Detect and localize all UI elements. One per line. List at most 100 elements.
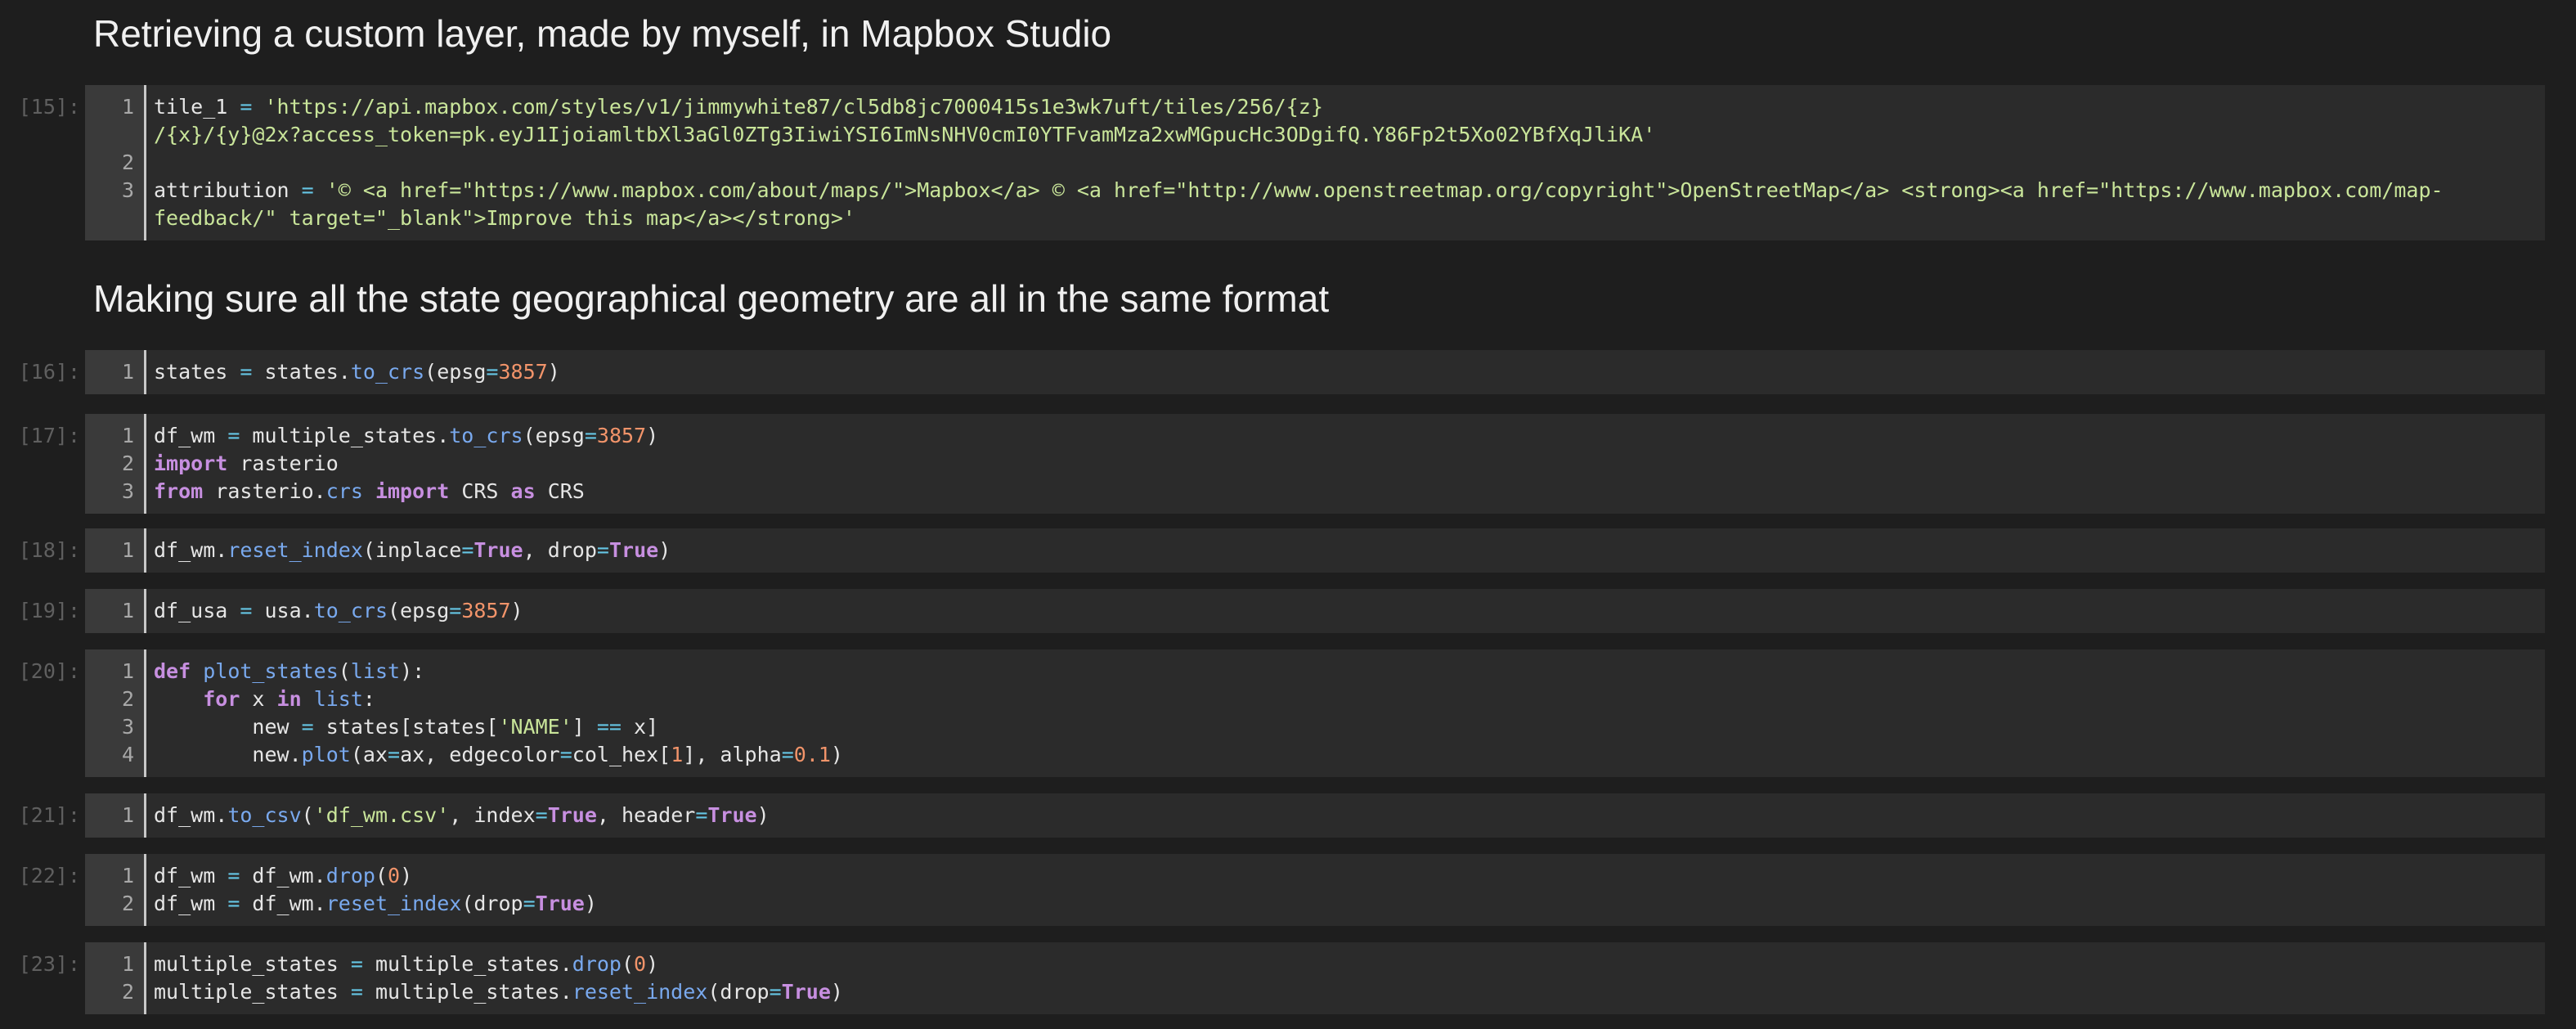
code-token: = bbox=[227, 892, 253, 915]
cell-prompt: [20]: bbox=[18, 659, 80, 683]
code-token: 3857 bbox=[596, 424, 647, 447]
code-token: = bbox=[350, 980, 375, 1004]
code-cell[interactable]: [22]: 1 df_wm = df_wm.drop(0) 2 df_wm = … bbox=[0, 854, 2545, 926]
code-token: = bbox=[240, 599, 265, 622]
code-token: in bbox=[276, 687, 302, 711]
code-line[interactable]: multiple_states = multiple_states.drop(0… bbox=[154, 950, 658, 978]
line-number: 1 bbox=[121, 599, 134, 622]
code-token: ], alpha bbox=[683, 743, 782, 766]
code-token: x] bbox=[621, 715, 659, 739]
code-editor[interactable]: 1 df_wm.reset_index(inplace=True, drop=T… bbox=[85, 528, 2545, 573]
code-line[interactable]: df_wm = multiple_states.to_crs(epsg=3857… bbox=[154, 422, 658, 450]
code-token: True bbox=[547, 803, 597, 827]
code-line[interactable]: import rasterio bbox=[154, 450, 339, 478]
cell-prompt: [16]: bbox=[18, 360, 80, 384]
code-editor[interactable]: 1 df_usa = usa.to_crs(epsg=3857) bbox=[85, 589, 2545, 633]
code-token: = bbox=[227, 424, 253, 447]
code-editor[interactable]: 1 df_wm = multiple_states.to_crs(epsg=38… bbox=[85, 414, 2545, 514]
code-token: to_csv bbox=[227, 803, 302, 827]
code-token: '© <a href="https://www.mapbox.com/about… bbox=[325, 178, 2444, 202]
code-token: ) bbox=[646, 424, 659, 447]
code-line[interactable]: new = states[states['NAME'] == x] bbox=[154, 713, 658, 741]
code-token: ] bbox=[572, 715, 597, 739]
code-token: = bbox=[301, 715, 326, 739]
code-token: tile_1 bbox=[154, 95, 240, 119]
code-token: df_wm bbox=[154, 892, 228, 915]
cell-prompt: [21]: bbox=[18, 803, 80, 827]
code-token: attribution bbox=[154, 178, 302, 202]
code-line[interactable]: df_wm.reset_index(inplace=True, drop=Tru… bbox=[154, 537, 671, 564]
code-token: crs bbox=[325, 479, 363, 503]
code-token: 0 bbox=[388, 864, 401, 887]
code-token: multiple_states. bbox=[252, 424, 450, 447]
code-editor[interactable]: 1 df_wm.to_csv('df_wm.csv', index=True, … bbox=[85, 793, 2545, 838]
code-token: df_usa bbox=[154, 599, 240, 622]
code-line[interactable]: multiple_states = multiple_states.reset_… bbox=[154, 978, 843, 1006]
code-cell[interactable]: [15]: 1 tile_1 = 'https://api.mapbox.com… bbox=[0, 85, 2545, 240]
code-line[interactable]: df_wm = df_wm.reset_index(drop=True) bbox=[154, 890, 597, 918]
line-number: 1 bbox=[121, 424, 134, 447]
code-line[interactable]: for x in list: bbox=[154, 685, 375, 713]
code-token: ) bbox=[830, 980, 843, 1004]
code-token: = bbox=[461, 538, 474, 562]
line-number: 2 bbox=[121, 452, 134, 475]
code-token: = bbox=[781, 743, 794, 766]
code-editor[interactable]: 1 def plot_states(list): 2 for x in list… bbox=[85, 649, 2545, 777]
code-token: ) bbox=[400, 864, 413, 887]
code-token: ( bbox=[338, 659, 351, 683]
code-token: usa. bbox=[264, 599, 314, 622]
code-token: = bbox=[559, 743, 572, 766]
cell-prompt: [19]: bbox=[18, 599, 80, 622]
code-token: True bbox=[473, 538, 523, 562]
code-cell[interactable]: [20]: 1 def plot_states(list): 2 for x i… bbox=[0, 649, 2545, 777]
code-cell[interactable]: [17]: 1 df_wm = multiple_states.to_crs(e… bbox=[0, 414, 2545, 514]
code-token: ) bbox=[510, 599, 523, 622]
section-heading: Making sure all the state geographical g… bbox=[93, 277, 1330, 320]
code-token: col_hex[ bbox=[572, 743, 671, 766]
code-cell[interactable]: [23]: 1 multiple_states = multiple_state… bbox=[0, 942, 2545, 1014]
code-cell[interactable]: [19]: 1 df_usa = usa.to_crs(epsg=3857) bbox=[0, 589, 2545, 633]
code-line[interactable]: df_wm = df_wm.drop(0) bbox=[154, 862, 412, 890]
line-number: 2 bbox=[121, 892, 134, 915]
code-token: = bbox=[301, 178, 326, 202]
code-cell[interactable]: [21]: 1 df_wm.to_csv('df_wm.csv', index=… bbox=[0, 793, 2545, 838]
code-line[interactable]: df_usa = usa.to_crs(epsg=3857) bbox=[154, 597, 523, 625]
code-token: (epsg bbox=[523, 424, 585, 447]
code-editor[interactable]: 1 multiple_states = multiple_states.drop… bbox=[85, 942, 2545, 1014]
code-line[interactable]: df_wm.to_csv('df_wm.csv', index=True, he… bbox=[154, 802, 770, 829]
code-token: states bbox=[154, 360, 240, 384]
code-token: df_wm. bbox=[252, 864, 326, 887]
code-line[interactable]: states = states.to_crs(epsg=3857) bbox=[154, 358, 560, 386]
cell-prompt: [15]: bbox=[18, 95, 80, 119]
code-line[interactable]: tile_1 = 'https://api.mapbox.com/styles/… bbox=[154, 93, 1323, 121]
code-token: (inplace bbox=[362, 538, 462, 562]
code-token: = bbox=[695, 803, 708, 827]
code-editor[interactable]: 1 df_wm = df_wm.drop(0) 2 df_wm = df_wm.… bbox=[85, 854, 2545, 926]
code-token: ) bbox=[547, 360, 560, 384]
code-cell[interactable]: [16]: 1 states = states.to_crs(epsg=3857… bbox=[0, 350, 2545, 394]
code-line[interactable]: def plot_states(list): bbox=[154, 658, 424, 685]
line-number: 3 bbox=[121, 715, 134, 739]
code-line-wrap[interactable]: feedback/" target="_blank">Improve this … bbox=[154, 204, 855, 232]
code-token: True bbox=[707, 803, 757, 827]
code-line[interactable]: from rasterio.crs import CRS as CRS bbox=[154, 478, 585, 506]
code-token: list bbox=[313, 687, 363, 711]
code-line[interactable]: new.plot(ax=ax, edgecolor=col_hex[1], al… bbox=[154, 741, 843, 769]
code-token: = bbox=[584, 424, 597, 447]
code-token: (epsg bbox=[424, 360, 487, 384]
code-token: df_wm bbox=[154, 424, 228, 447]
code-editor[interactable]: 1 tile_1 = 'https://api.mapbox.com/style… bbox=[85, 85, 2545, 240]
code-line[interactable]: attribution = '© <a href="https://www.ma… bbox=[154, 177, 2444, 204]
section-heading: Retrieving a custom layer, made by mysel… bbox=[93, 12, 1112, 55]
line-number: 2 bbox=[121, 151, 134, 174]
code-editor[interactable]: 1 states = states.to_crs(epsg=3857) bbox=[85, 350, 2545, 394]
code-token: = bbox=[523, 892, 536, 915]
code-line-wrap[interactable]: /{x}/{y}@2x?access_token=pk.eyJ1Ijoiamlt… bbox=[154, 121, 1655, 149]
code-token: as bbox=[510, 479, 536, 503]
code-token: = bbox=[535, 803, 548, 827]
code-cell[interactable]: [18]: 1 df_wm.reset_index(inplace=True, … bbox=[0, 528, 2545, 573]
code-token: 1 bbox=[671, 743, 684, 766]
code-token: True bbox=[781, 980, 831, 1004]
